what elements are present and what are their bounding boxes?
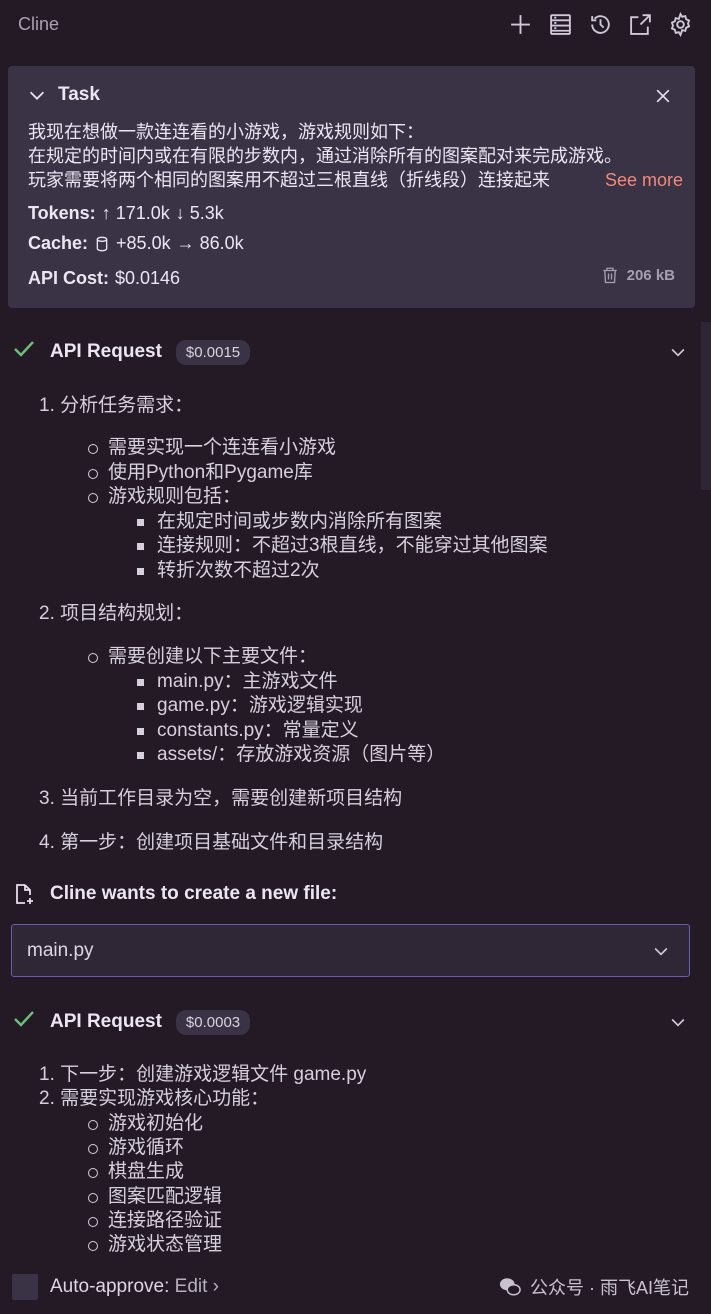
check-icon — [12, 337, 36, 367]
auto-approve-toggle[interactable]: Auto-approve: Edit › — [50, 1276, 219, 1298]
list-item: 在规定时间或步数内消除所有图案 — [137, 510, 442, 535]
cache-read: → 86.0k — [176, 233, 244, 253]
list-item: 1. 下一步：创建游戏逻辑文件 game.py — [39, 1064, 367, 1085]
check-icon — [12, 1007, 36, 1037]
tokens-in: ↑ 171.0k — [101, 203, 170, 223]
list-item: 游戏循环 — [88, 1136, 184, 1161]
task-header[interactable]: Task — [26, 84, 100, 106]
chevron-down-icon[interactable] — [668, 1012, 688, 1038]
list-item: 游戏状态管理 — [88, 1233, 222, 1258]
database-icon — [96, 236, 108, 251]
list-item: 3. 当前工作目录为空，需要创建新项目结构 — [39, 788, 403, 809]
file-name: main.py — [27, 940, 94, 961]
create-file-header: Cline wants to create a new file: — [12, 882, 337, 906]
api-request-row[interactable]: API Request $0.0015 — [12, 337, 692, 367]
list-item: 转折次数不超过2次 — [137, 559, 320, 584]
server-icon[interactable] — [548, 12, 573, 37]
list-item: 2. 项目结构规划： — [39, 603, 194, 624]
list-item: 需要创建以下主要文件： — [88, 645, 317, 670]
list-item: assets/：存放游戏资源（图片等） — [137, 743, 445, 768]
chevron-down-icon[interactable] — [668, 342, 688, 368]
auto-approve-edit: Edit — [174, 1276, 208, 1297]
create-file-label: Cline wants to create a new file: — [50, 883, 338, 904]
delete-task-button[interactable]: 206 kB — [601, 265, 675, 285]
cache-write: +85.0k — [116, 233, 171, 253]
app-title: Cline — [18, 14, 60, 34]
task-line: 在规定的时间内或在有限的步数内，通过消除所有的图案配对来完成游戏。 — [28, 146, 622, 166]
history-icon[interactable] — [588, 12, 613, 37]
trash-icon — [602, 267, 617, 284]
list-item: 使用Python和Pygame库 — [88, 461, 313, 486]
auto-approve-label: Auto-approve: — [50, 1276, 170, 1297]
cost-badge: $0.0003 — [175, 1009, 251, 1035]
task-size: 206 kB — [626, 266, 675, 284]
wechat-icon — [499, 1278, 521, 1296]
tokens-label: Tokens: — [28, 203, 96, 223]
api-cost-value: $0.0146 — [115, 268, 181, 288]
api-cost-label: API Cost: — [28, 268, 109, 288]
api-request-label: API Request — [50, 1011, 162, 1032]
file-dropdown[interactable]: main.py — [11, 924, 690, 977]
task-title: Task — [58, 84, 100, 105]
api-request-row[interactable]: API Request $0.0003 — [12, 1007, 692, 1037]
list-item: 需要实现一个连连看小游戏 — [88, 436, 336, 461]
list-item: 连接规则：不超过3根直线，不能穿过其他图案 — [137, 534, 548, 559]
task-description: 我现在想做一款连连看的小游戏，游戏规则如下： 在规定的时间内或在有限的步数内，通… — [28, 120, 683, 192]
list-item: 2. 需要实现游戏核心功能： — [39, 1088, 270, 1109]
new-file-icon — [16, 884, 33, 904]
list-item: game.py：游戏逻辑实现 — [137, 694, 363, 719]
footer-bar: Auto-approve: Edit › 公众号 · 雨飞AI笔记 — [0, 1262, 711, 1314]
watermark-text: 公众号 · 雨飞AI笔记 — [529, 1278, 689, 1298]
cache-label: Cache: — [28, 233, 89, 253]
chevron-down-icon — [29, 91, 45, 100]
chevron-down-icon — [651, 941, 671, 967]
scrollbar[interactable] — [701, 322, 711, 490]
list-item: 游戏规则包括： — [88, 485, 241, 510]
close-icon[interactable] — [653, 86, 673, 106]
chevron-right-icon: › — [212, 1276, 219, 1297]
cost-badge: $0.0015 — [175, 339, 251, 365]
list-item: 4. 第一步：创建项目基础文件和目录结构 — [39, 832, 384, 853]
api-cost-row: API Cost: $0.0146 — [28, 268, 180, 289]
list-item: 图案匹配逻辑 — [88, 1185, 222, 1210]
see-more-link[interactable]: See more — [580, 168, 683, 192]
cache-row: Cache: +85.0k → 86.0k — [28, 233, 244, 254]
task-line: 我现在想做一款连连看的小游戏，游戏规则如下： — [28, 122, 424, 142]
list-item: 棋盘生成 — [88, 1160, 184, 1185]
top-bar: Cline — [0, 0, 711, 52]
task-panel: Task 我现在想做一款连连看的小游戏，游戏规则如下： 在规定的时间内或在有限的… — [8, 66, 695, 308]
gear-icon[interactable] — [668, 11, 693, 38]
tokens-row: Tokens: ↑ 171.0k ↓ 5.3k — [28, 203, 224, 224]
list-item: 1. 分析任务需求： — [39, 395, 194, 416]
auto-approve-checkbox[interactable] — [12, 1274, 38, 1300]
toolbar — [508, 11, 693, 38]
plus-icon[interactable] — [508, 12, 533, 37]
list-item: 连接路径验证 — [88, 1209, 222, 1234]
api-request-label: API Request — [50, 341, 162, 362]
list-item: main.py：主游戏文件 — [137, 670, 338, 695]
watermark: 公众号 · 雨飞AI笔记 — [498, 1274, 689, 1300]
list-item: 游戏初始化 — [88, 1112, 203, 1137]
list-item: constants.py：常量定义 — [137, 719, 359, 744]
popout-icon[interactable] — [628, 12, 653, 37]
tokens-out: ↓ 5.3k — [175, 203, 224, 223]
